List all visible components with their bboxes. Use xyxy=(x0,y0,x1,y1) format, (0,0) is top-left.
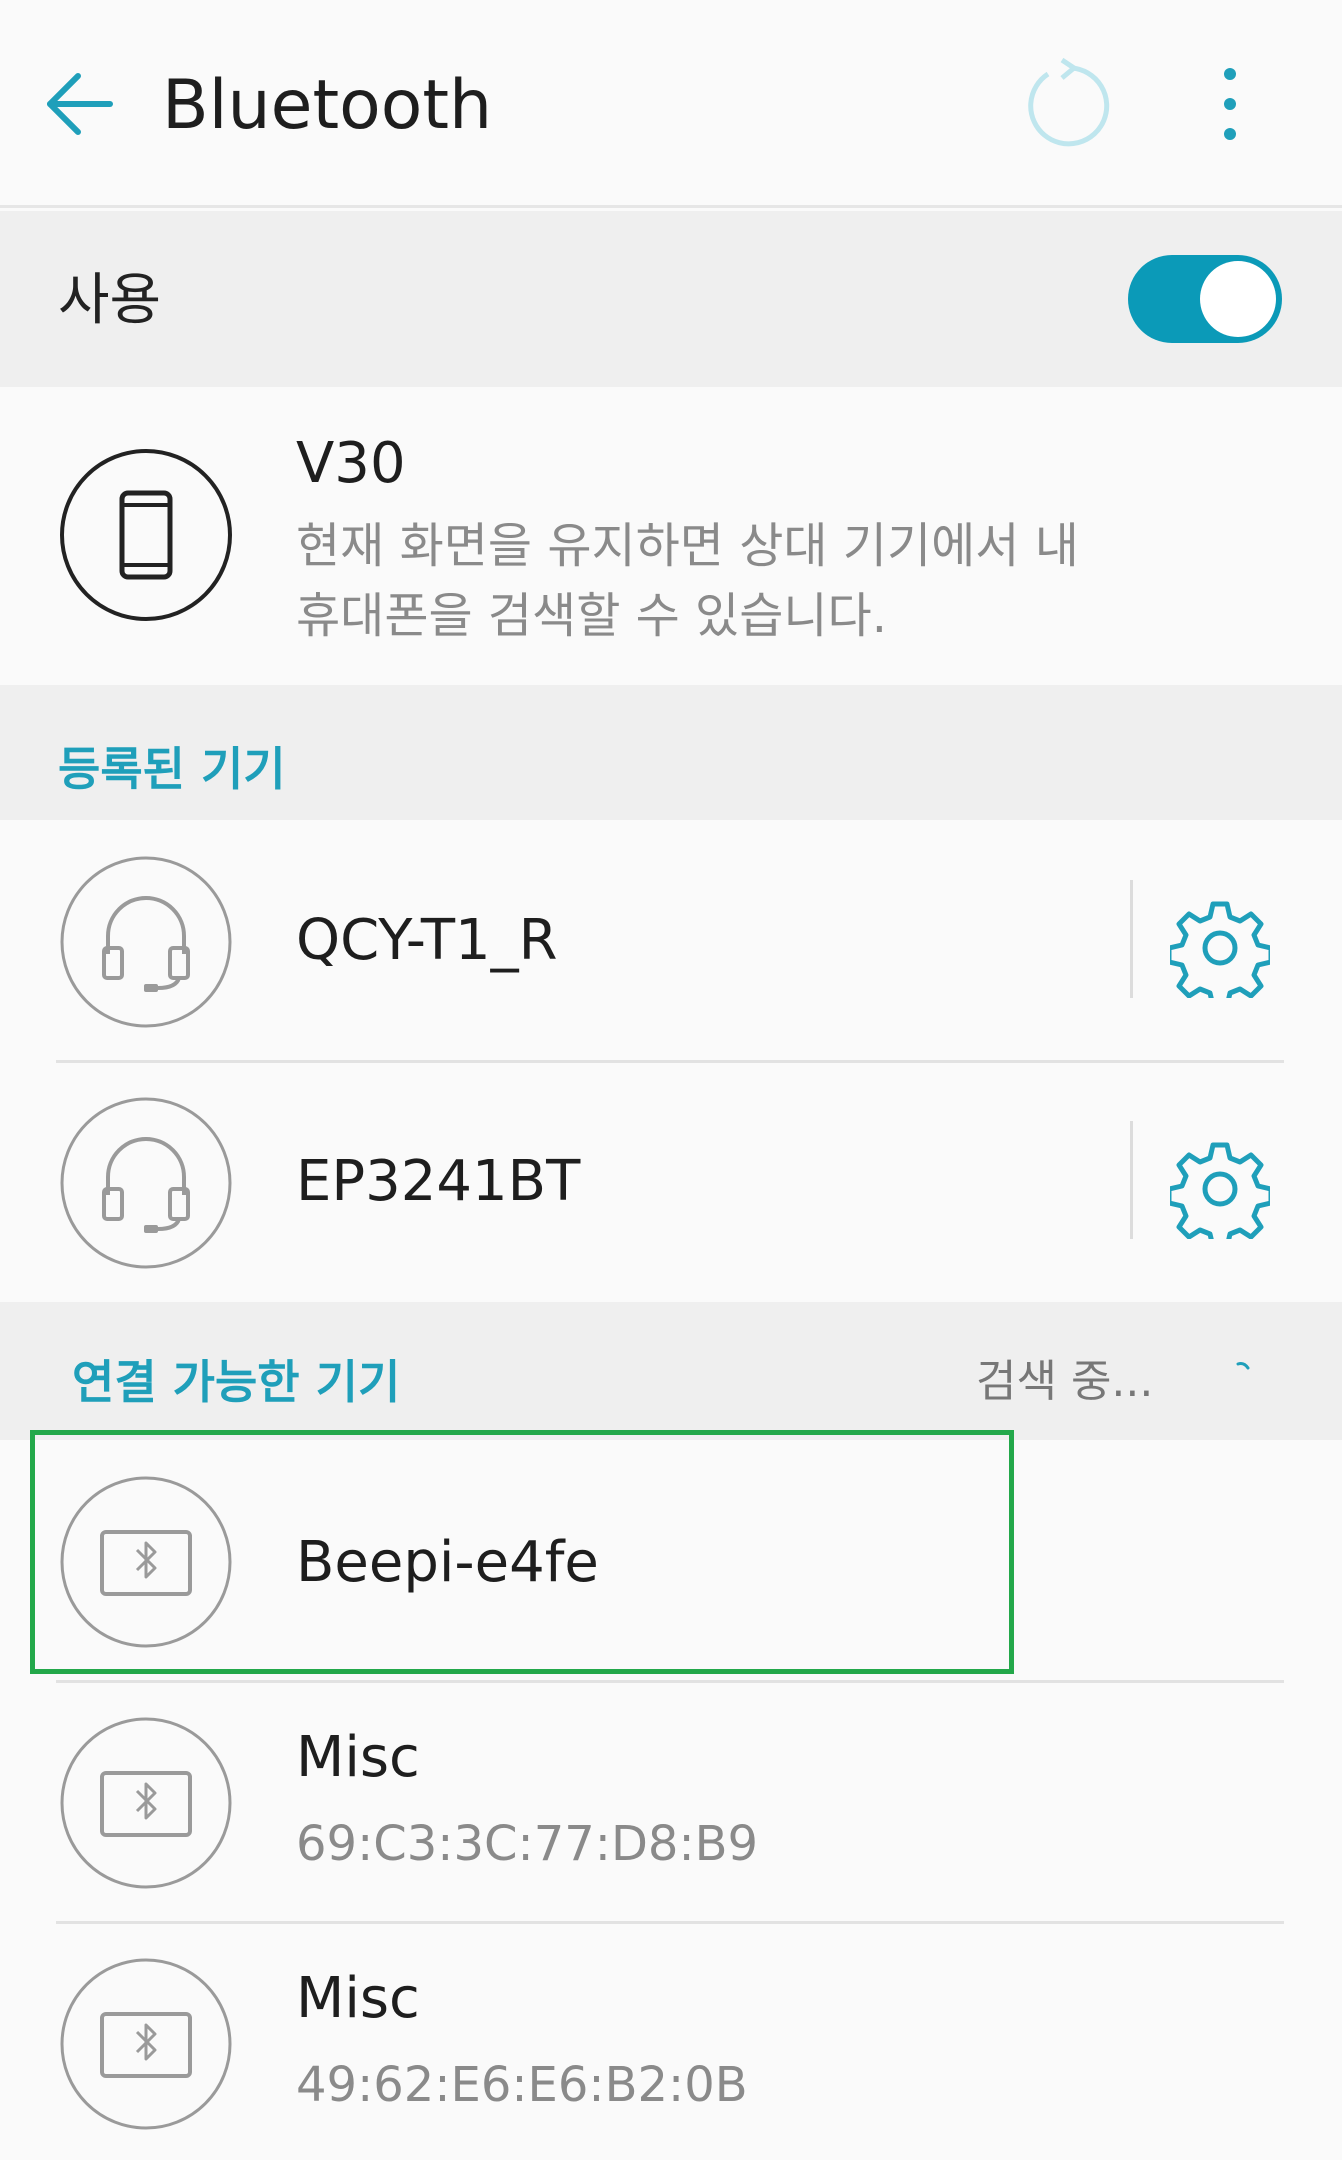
headset-icon xyxy=(58,854,234,1030)
available-devices-title: 연결 가능한 기기 xyxy=(72,1355,401,1409)
visibility-description: 현재 화면을 유지하면 상대 기기에서 내 휴대폰을 검색할 수 있습니다. xyxy=(296,511,1196,651)
phone-icon xyxy=(58,447,234,623)
page-title: Bluetooth xyxy=(162,66,493,145)
refresh-button[interactable] xyxy=(1018,56,1114,152)
device-address: 49:62:E6:E6:B2:0B xyxy=(296,2057,748,2113)
available-device-row[interactable]: Beepi-e4fe xyxy=(0,1440,1342,1682)
back-button[interactable] xyxy=(38,62,122,146)
bluetooth-switch[interactable] xyxy=(1128,255,1282,343)
device-visibility-section: V30 현재 화면을 유지하면 상대 기기에서 내 휴대폰을 검색할 수 있습니… xyxy=(0,387,1342,685)
bluetooth-icon xyxy=(58,1715,234,1891)
headset-icon xyxy=(58,1095,234,1271)
gear-icon xyxy=(1166,901,1274,1009)
bluetooth-settings-screen: Bluetooth 사용 V30 현재 화면을 유지하면 상대 기기에서 내 휴… xyxy=(0,0,1342,2160)
row-divider xyxy=(1130,880,1133,998)
device-name: Misc xyxy=(296,1966,420,2031)
available-devices-list: Beepi-e4fe Misc 69:C3:3C:77:D8:B9 Misc 4… xyxy=(0,1440,1342,2160)
bluetooth-toggle-row[interactable]: 사용 xyxy=(0,211,1342,387)
my-device-name: V30 xyxy=(296,431,406,496)
device-settings-button[interactable] xyxy=(1166,898,1274,1009)
available-device-row[interactable]: Misc 69:C3:3C:77:D8:B9 xyxy=(0,1681,1342,1923)
visibility-description-line: 휴대폰을 검색할 수 있습니다. xyxy=(296,588,887,644)
device-settings-button[interactable] xyxy=(1166,1139,1274,1250)
paired-devices-list: QCY-T1_R EP3241BT xyxy=(0,820,1342,1302)
scan-status-text: 검색 중... xyxy=(976,1356,1154,1407)
paired-devices-title: 등록된 기기 xyxy=(58,742,286,796)
row-divider xyxy=(1130,1121,1133,1239)
bluetooth-icon xyxy=(58,1474,234,1650)
paired-device-row[interactable]: EP3241BT xyxy=(0,1061,1342,1303)
gear-icon xyxy=(1166,1142,1274,1250)
device-name: Beepi-e4fe xyxy=(296,1530,599,1595)
paired-device-row[interactable]: QCY-T1_R xyxy=(0,820,1342,1062)
app-bar: Bluetooth xyxy=(0,0,1342,208)
device-name: EP3241BT xyxy=(296,1149,581,1214)
bluetooth-toggle-label: 사용 xyxy=(58,268,162,333)
scanning-spinner-icon xyxy=(1236,1362,1250,1370)
available-devices-header: 연결 가능한 기기 검색 중... xyxy=(0,1302,1342,1440)
switch-knob xyxy=(1200,261,1276,337)
refresh-icon xyxy=(1028,57,1110,147)
device-address: 69:C3:3C:77:D8:B9 xyxy=(296,1816,759,1872)
more-vertical-icon xyxy=(1224,68,1236,140)
more-options-button[interactable] xyxy=(1200,60,1260,156)
paired-devices-header: 등록된 기기 xyxy=(0,685,1342,820)
device-name: QCY-T1_R xyxy=(296,908,558,973)
available-device-row[interactable]: Misc 49:62:E6:E6:B2:0B xyxy=(0,1922,1342,2160)
arrow-left-icon xyxy=(47,73,113,135)
device-name: Misc xyxy=(296,1725,420,1790)
bluetooth-icon xyxy=(58,1956,234,2132)
visibility-description-line: 현재 화면을 유지하면 상대 기기에서 내 xyxy=(296,518,1079,574)
